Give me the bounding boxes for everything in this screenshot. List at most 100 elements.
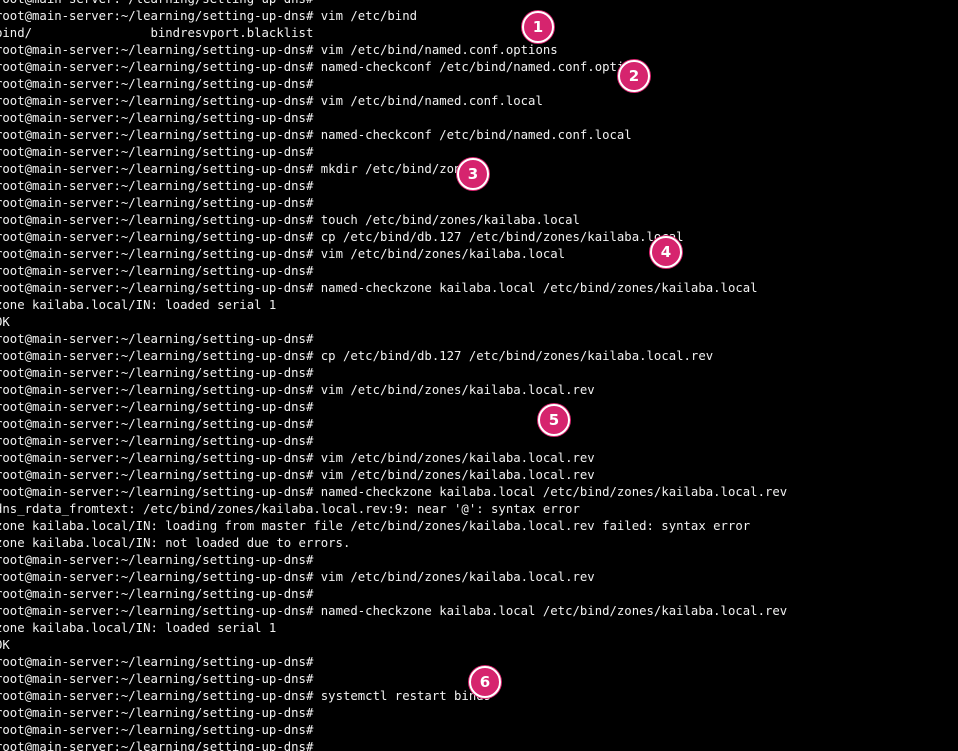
shell-prompt: root@main-server:~/learning/setting-up-d… xyxy=(0,417,314,431)
shell-prompt: root@main-server:~/learning/setting-up-d… xyxy=(0,264,314,278)
shell-prompt: root@main-server:~/learning/setting-up-d… xyxy=(0,672,314,686)
terminal-line: root@main-server:~/learning/setting-up-d… xyxy=(0,722,313,739)
terminal-output[interactable]: root@main-server:~/learning/setting-up-d… xyxy=(0,0,958,751)
shell-prompt: root@main-server:~/learning/setting-up-d… xyxy=(0,230,314,244)
terminal-line: root@main-server:~/learning/setting-up-d… xyxy=(0,552,313,569)
shell-prompt: root@main-server:~/learning/setting-up-d… xyxy=(0,94,314,108)
terminal-line: bind/ bindresvport.blacklist xyxy=(0,25,313,42)
shell-prompt: root@main-server:~/learning/setting-up-d… xyxy=(0,468,314,482)
command-text: cp /etc/bind/db.127 /etc/bind/zones/kail… xyxy=(320,230,684,244)
output-text: zone kailaba.local/IN: not loaded due to… xyxy=(0,536,351,550)
command-text: mkdir /etc/bind/zones xyxy=(320,162,477,176)
terminal-line: root@main-server:~/learning/setting-up-d… xyxy=(0,110,313,127)
output-text: zone kailaba.local/IN: loaded serial 1 xyxy=(0,298,277,312)
command-text: vim /etc/bind/zones/kailaba.local.rev xyxy=(320,468,595,482)
terminal-line: zone kailaba.local/IN: loading from mast… xyxy=(0,518,750,535)
shell-prompt: root@main-server:~/learning/setting-up-d… xyxy=(0,604,314,618)
terminal-line: root@main-server:~/learning/setting-up-d… xyxy=(0,246,565,263)
shell-prompt: root@main-server:~/learning/setting-up-d… xyxy=(0,553,314,567)
terminal-line: root@main-server:~/learning/setting-up-d… xyxy=(0,229,684,246)
shell-prompt: root@main-server:~/learning/setting-up-d… xyxy=(0,349,314,363)
terminal-line: root@main-server:~/learning/setting-up-d… xyxy=(0,93,543,110)
shell-prompt: root@main-server:~/learning/setting-up-d… xyxy=(0,247,314,261)
terminal-line: root@main-server:~/learning/setting-up-d… xyxy=(0,161,476,178)
terminal-line: root@main-server:~/learning/setting-up-d… xyxy=(0,671,313,688)
command-text: vim /etc/bind/named.conf.options xyxy=(320,43,558,57)
terminal-line: root@main-server:~/learning/setting-up-d… xyxy=(0,739,313,751)
step-badge-6: 6 xyxy=(469,666,501,698)
step-badge-2: 2 xyxy=(618,60,650,92)
shell-prompt: root@main-server:~/learning/setting-up-d… xyxy=(0,179,314,193)
shell-prompt: root@main-server:~/learning/setting-up-d… xyxy=(0,162,314,176)
shell-prompt: root@main-server:~/learning/setting-up-d… xyxy=(0,128,314,142)
terminal-line: OK xyxy=(0,637,10,654)
terminal-line: root@main-server:~/learning/setting-up-d… xyxy=(0,586,313,603)
shell-prompt: root@main-server:~/learning/setting-up-d… xyxy=(0,213,314,227)
terminal-line: root@main-server:~/learning/setting-up-d… xyxy=(0,76,313,93)
terminal-line: root@main-server:~/learning/setting-up-d… xyxy=(0,331,313,348)
terminal-line: root@main-server:~/learning/setting-up-d… xyxy=(0,603,787,620)
command-text: systemctl restart bind9 xyxy=(320,689,492,703)
step-badge-1: 1 xyxy=(522,11,554,43)
terminal-line: zone kailaba.local/IN: loaded serial 1 xyxy=(0,620,276,637)
terminal-line: dns_rdata_fromtext: /etc/bind/zones/kail… xyxy=(0,501,580,518)
terminal-line: zone kailaba.local/IN: loaded serial 1 xyxy=(0,297,276,314)
terminal-line: root@main-server:~/learning/setting-up-d… xyxy=(0,127,632,144)
output-text: OK xyxy=(0,315,10,329)
shell-prompt: root@main-server:~/learning/setting-up-d… xyxy=(0,587,314,601)
shell-prompt: root@main-server:~/learning/setting-up-d… xyxy=(0,655,314,669)
terminal-line: root@main-server:~/learning/setting-up-d… xyxy=(0,263,313,280)
shell-prompt: root@main-server:~/learning/setting-up-d… xyxy=(0,9,314,23)
terminal-line: root@main-server:~/learning/setting-up-d… xyxy=(0,0,313,8)
terminal-line: root@main-server:~/learning/setting-up-d… xyxy=(0,399,313,416)
shell-prompt: root@main-server:~/learning/setting-up-d… xyxy=(0,0,313,6)
terminal-line: root@main-server:~/learning/setting-up-d… xyxy=(0,348,713,365)
terminal-line: root@main-server:~/learning/setting-up-d… xyxy=(0,8,417,25)
terminal-line: root@main-server:~/learning/setting-up-d… xyxy=(0,59,647,76)
terminal-line: root@main-server:~/learning/setting-up-d… xyxy=(0,195,313,212)
terminal-line: root@main-server:~/learning/setting-up-d… xyxy=(0,144,313,161)
output-text: bind/ bindresvport.blacklist xyxy=(0,26,314,40)
terminal-line: root@main-server:~/learning/setting-up-d… xyxy=(0,42,558,59)
shell-prompt: root@main-server:~/learning/setting-up-d… xyxy=(0,689,314,703)
shell-prompt: root@main-server:~/learning/setting-up-d… xyxy=(0,570,314,584)
terminal-line: zone kailaba.local/IN: not loaded due to… xyxy=(0,535,350,552)
output-text: zone kailaba.local/IN: loading from mast… xyxy=(0,519,751,533)
shell-prompt: root@main-server:~/learning/setting-up-d… xyxy=(0,60,314,74)
command-text: cp /etc/bind/db.127 /etc/bind/zones/kail… xyxy=(320,349,714,363)
command-text: named-checkzone kailaba.local /etc/bind/… xyxy=(320,604,788,618)
terminal-line: root@main-server:~/learning/setting-up-d… xyxy=(0,433,313,450)
terminal-line: root@main-server:~/learning/setting-up-d… xyxy=(0,467,595,484)
terminal-line: root@main-server:~/learning/setting-up-d… xyxy=(0,365,313,382)
step-badge-4: 4 xyxy=(650,236,682,268)
command-text: named-checkconf /etc/bind/named.conf.opt… xyxy=(320,60,647,74)
output-text: zone kailaba.local/IN: loaded serial 1 xyxy=(0,621,277,635)
terminal-line: root@main-server:~/learning/setting-up-d… xyxy=(0,280,758,297)
shell-prompt: root@main-server:~/learning/setting-up-d… xyxy=(0,366,314,380)
terminal-line: root@main-server:~/learning/setting-up-d… xyxy=(0,212,580,229)
step-badge-5: 5 xyxy=(538,404,570,436)
command-text: named-checkzone kailaba.local /etc/bind/… xyxy=(320,485,788,499)
shell-prompt: root@main-server:~/learning/setting-up-d… xyxy=(0,77,314,91)
shell-prompt: root@main-server:~/learning/setting-up-d… xyxy=(0,400,314,414)
shell-prompt: root@main-server:~/learning/setting-up-d… xyxy=(0,281,314,295)
terminal-line: root@main-server:~/learning/setting-up-d… xyxy=(0,178,313,195)
shell-prompt: root@main-server:~/learning/setting-up-d… xyxy=(0,383,314,397)
shell-prompt: root@main-server:~/learning/setting-up-d… xyxy=(0,723,314,737)
terminal-line: root@main-server:~/learning/setting-up-d… xyxy=(0,654,313,671)
terminal-line: root@main-server:~/learning/setting-up-d… xyxy=(0,382,595,399)
shell-prompt: root@main-server:~/learning/setting-up-d… xyxy=(0,434,314,448)
command-text: vim /etc/bind/zones/kailaba.local xyxy=(320,247,566,261)
shell-prompt: root@main-server:~/learning/setting-up-d… xyxy=(0,740,314,751)
step-badge-3: 3 xyxy=(457,158,489,190)
shell-prompt: root@main-server:~/learning/setting-up-d… xyxy=(0,196,314,210)
command-text: vim /etc/bind/zones/kailaba.local.rev xyxy=(320,570,595,584)
command-text: vim /etc/bind xyxy=(320,9,418,23)
command-text: vim /etc/bind/zones/kailaba.local.rev xyxy=(320,383,595,397)
shell-prompt: root@main-server:~/learning/setting-up-d… xyxy=(0,332,314,346)
command-text: vim /etc/bind/named.conf.local xyxy=(320,94,543,108)
terminal-line: root@main-server:~/learning/setting-up-d… xyxy=(0,705,313,722)
shell-prompt: root@main-server:~/learning/setting-up-d… xyxy=(0,451,314,465)
terminal-line: root@main-server:~/learning/setting-up-d… xyxy=(0,450,595,467)
shell-prompt: root@main-server:~/learning/setting-up-d… xyxy=(0,43,314,57)
